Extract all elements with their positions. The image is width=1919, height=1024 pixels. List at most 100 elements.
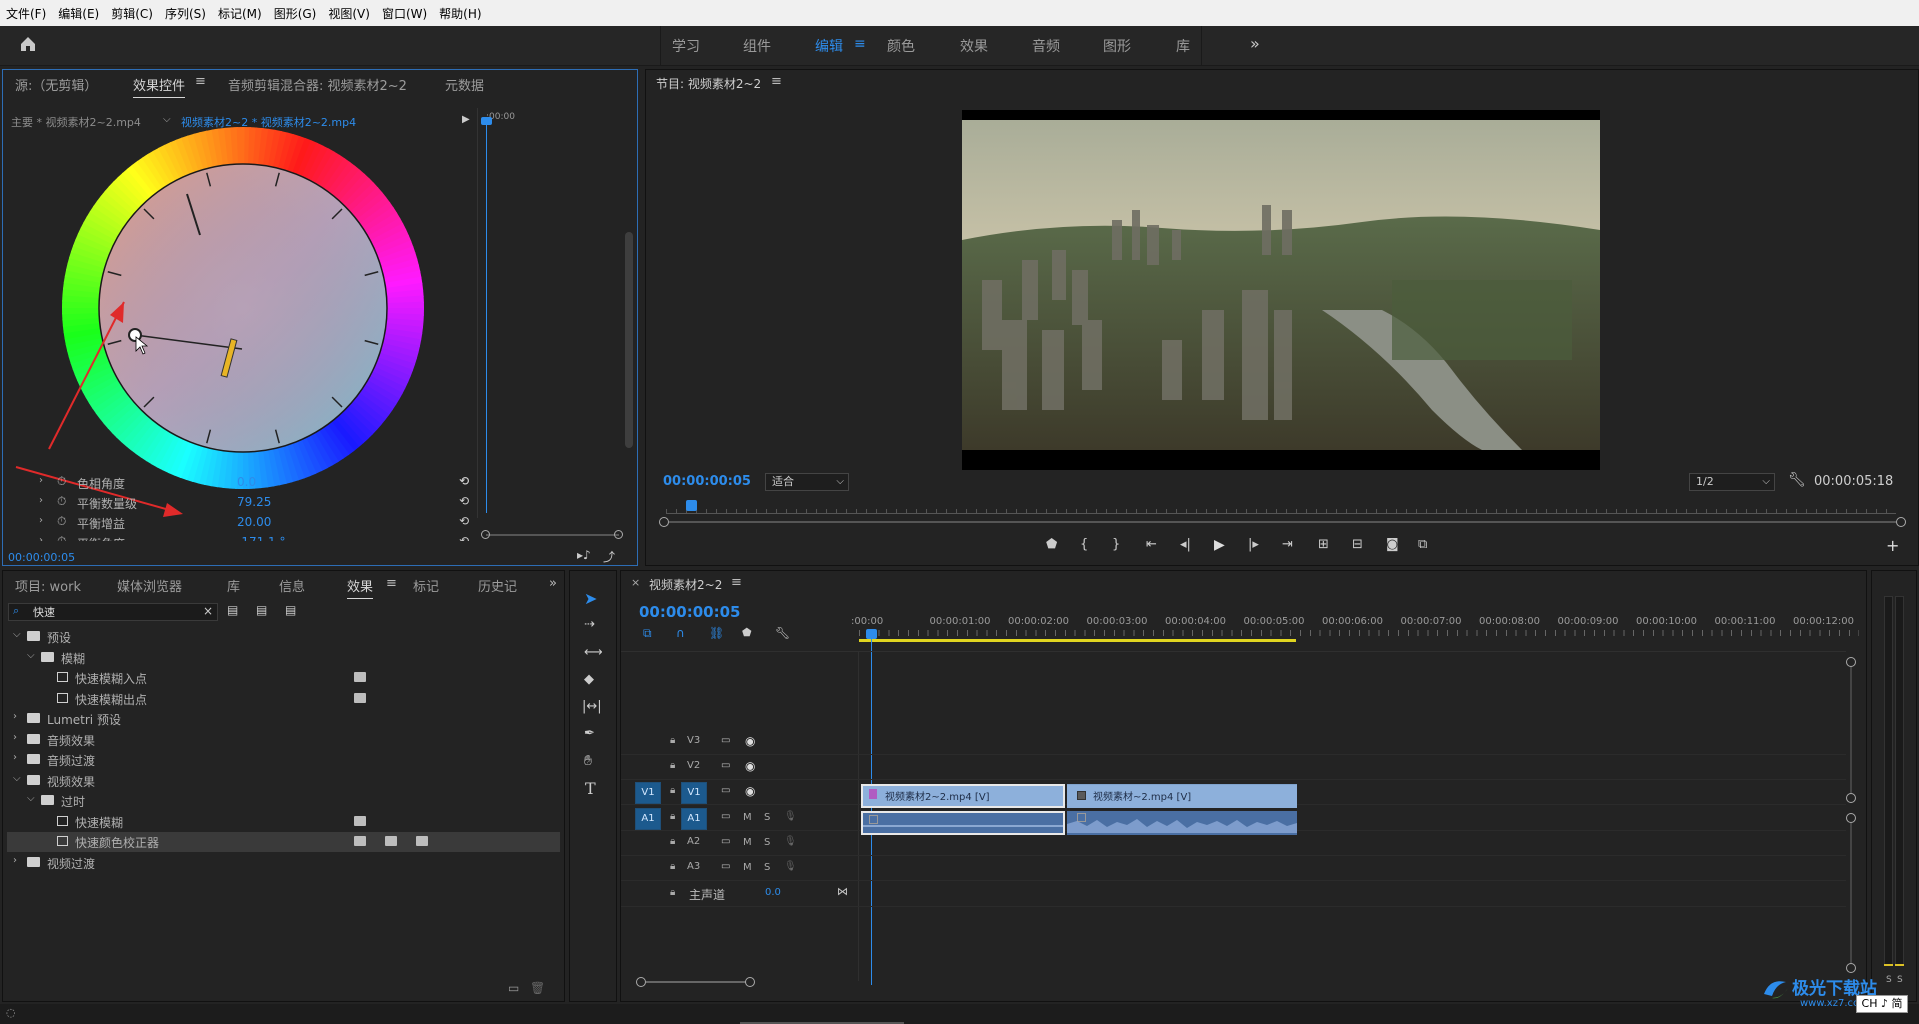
effects-tree-item[interactable]: 快速模糊出点 bbox=[7, 689, 560, 709]
menu-item-6[interactable]: 视图(V) bbox=[322, 5, 376, 22]
add-marker-icon[interactable]: ⬟ bbox=[742, 626, 752, 639]
workspace-tab-1[interactable]: 组件 bbox=[743, 36, 771, 56]
panel-tab-1[interactable]: 媒体浏览器 bbox=[117, 576, 182, 595]
eye-icon[interactable]: ◉ bbox=[745, 784, 755, 798]
property-value[interactable]: 79.25 bbox=[237, 495, 271, 509]
mute-button[interactable]: M bbox=[743, 812, 752, 823]
panel-tab-3[interactable]: 信息 bbox=[279, 576, 305, 595]
effect-property-row[interactable]: › ⏱︎ 色相角度 0.0 ⟲ bbox=[3, 473, 473, 493]
lock-icon[interactable]: 🔒︎ bbox=[670, 735, 675, 746]
effects-menu-icon[interactable]: ≡ bbox=[386, 576, 397, 591]
microphone-icon[interactable]: 🎙︎ bbox=[784, 811, 797, 822]
effects-tree-item[interactable]: 快速模糊 bbox=[7, 812, 560, 832]
lock-icon[interactable]: 🔒︎ bbox=[670, 887, 675, 898]
timeline-settings-icon[interactable]: 🔧︎ bbox=[775, 626, 790, 640]
effects-tree-item[interactable]: › 音频效果 bbox=[7, 730, 560, 750]
program-menu-icon[interactable]: ≡ bbox=[771, 74, 782, 89]
go-to-in-icon[interactable]: ⇤ bbox=[1146, 537, 1157, 552]
effects-tree-item[interactable]: › 视频过渡 bbox=[7, 853, 560, 873]
add-button-icon[interactable]: + bbox=[1886, 536, 1899, 555]
vertical-scroll-mid-handle[interactable] bbox=[1846, 813, 1856, 823]
pen-tool-icon[interactable]: ✒ bbox=[584, 726, 595, 741]
clip-video-2[interactable]: 视频素材~2.mp4 [V] bbox=[1067, 784, 1297, 808]
sync-lock-icon[interactable]: ▭ bbox=[721, 785, 730, 796]
new-bin-icon[interactable]: ▭ bbox=[508, 981, 519, 995]
more-panels-icon[interactable]: » bbox=[549, 576, 557, 591]
expand-arrow-icon[interactable]: › bbox=[39, 495, 43, 506]
sync-lock-icon[interactable]: ▭ bbox=[721, 836, 730, 847]
menu-item-1[interactable]: 编辑(E) bbox=[52, 5, 105, 22]
ime-indicator[interactable]: CH ♪ 简 bbox=[1856, 995, 1908, 1013]
effect-property-row[interactable]: › ⏱︎ 平衡角度 -171.1 ° ⟲ bbox=[3, 533, 473, 541]
track-target[interactable]: A3 bbox=[687, 861, 700, 872]
more-workspaces-icon[interactable]: » bbox=[1250, 34, 1260, 53]
microphone-icon[interactable]: 🎙︎ bbox=[784, 836, 797, 847]
expand-arrow-icon[interactable]: › bbox=[39, 515, 43, 526]
stopwatch-icon[interactable]: ⏱︎ bbox=[57, 494, 66, 509]
menu-item-0[interactable]: 文件(F) bbox=[0, 5, 52, 22]
sequence-menu-icon[interactable]: ≡ bbox=[731, 575, 742, 590]
master-value[interactable]: 0.0 bbox=[765, 887, 781, 898]
lock-icon[interactable]: 🔒︎ bbox=[670, 785, 675, 796]
program-timecode[interactable]: 00:00:00:05 bbox=[663, 474, 751, 489]
track-target[interactable]: V1 bbox=[681, 782, 707, 804]
add-marker-icon[interactable]: ⬟ bbox=[1046, 537, 1057, 552]
play-icon[interactable]: ▶ bbox=[1214, 537, 1225, 553]
panel-tab-0[interactable]: 项目: work bbox=[15, 576, 81, 595]
mute-button[interactable]: M bbox=[743, 837, 752, 848]
microphone-icon[interactable]: 🎙︎ bbox=[784, 861, 797, 872]
effects-tree-item[interactable]: › 音频过渡 bbox=[7, 750, 560, 770]
solo-button[interactable]: S bbox=[764, 812, 770, 823]
clip-audio-2[interactable] bbox=[1067, 811, 1297, 835]
effect-property-row[interactable]: › ⏱︎ 平衡数量级 79.25 ⟲ bbox=[3, 493, 473, 513]
reset-icon[interactable]: ⟲ bbox=[459, 534, 469, 541]
property-value[interactable]: 20.00 bbox=[237, 515, 271, 529]
menu-item-2[interactable]: 剪辑(C) bbox=[105, 5, 159, 22]
accelerated-effects-icon[interactable]: ▤ bbox=[227, 603, 238, 617]
panel-tab-5[interactable]: 标记 bbox=[413, 576, 439, 595]
property-value[interactable]: 0.0 bbox=[237, 475, 256, 489]
sync-lock-icon[interactable]: ▭ bbox=[721, 861, 730, 872]
reset-icon[interactable]: ⟲ bbox=[459, 494, 469, 508]
panel-tab-4[interactable]: 效果 bbox=[347, 576, 374, 599]
goto-end-icon[interactable]: ⋈ bbox=[837, 885, 848, 898]
mark-in-icon[interactable]: { bbox=[1080, 537, 1088, 552]
menu-item-8[interactable]: 帮助(H) bbox=[433, 5, 487, 22]
horizontal-zoom-bar[interactable] bbox=[646, 981, 746, 983]
effects-tree-item[interactable]: ⌵ 模糊 bbox=[7, 648, 560, 668]
timeline-timecode[interactable]: 00:00:00:05 bbox=[639, 603, 741, 621]
chevron-right-icon[interactable]: › bbox=[13, 855, 17, 866]
work-area-bar[interactable] bbox=[859, 639, 1296, 642]
delete-icon[interactable]: 🗑︎ bbox=[530, 981, 545, 995]
lock-icon[interactable]: 🔒︎ bbox=[670, 760, 675, 771]
hand-tool-icon[interactable]: ✋︎ bbox=[584, 753, 592, 769]
effects-tree-item[interactable]: 快速模糊入点 bbox=[7, 668, 560, 688]
clip-video-1[interactable]: 视频素材2~2.mp4 [V] bbox=[861, 784, 1065, 808]
scrub-start-handle[interactable] bbox=[659, 517, 669, 527]
workspace-tab-2[interactable]: 编辑 bbox=[815, 36, 843, 56]
extract-icon[interactable]: ⊟ bbox=[1352, 537, 1363, 552]
nest-toggle-icon[interactable]: ⧉ bbox=[643, 626, 652, 641]
snap-icon[interactable]: ∩ bbox=[676, 626, 685, 640]
horizontal-zoom-right-handle[interactable] bbox=[745, 977, 755, 987]
lift-icon[interactable]: ⊞ bbox=[1318, 537, 1329, 552]
mute-button[interactable]: M bbox=[743, 862, 752, 873]
effects-search-input[interactable] bbox=[33, 604, 193, 620]
razor-tool-icon[interactable]: ◆ bbox=[584, 672, 594, 687]
wrench-icon[interactable]: 🔧︎ bbox=[1788, 472, 1806, 488]
solo-button[interactable]: S bbox=[764, 837, 770, 848]
track-target[interactable]: V3 bbox=[687, 735, 700, 746]
stopwatch-icon[interactable]: ⏱︎ bbox=[57, 514, 66, 529]
eye-icon[interactable]: ◉ bbox=[745, 734, 755, 748]
chevron-down-icon[interactable]: ⌵ bbox=[27, 650, 35, 661]
32bit-effects-icon[interactable]: ▤ bbox=[256, 603, 267, 617]
stopwatch-icon[interactable]: ⏱︎ bbox=[57, 534, 66, 541]
expand-arrow-icon[interactable]: › bbox=[39, 475, 43, 486]
expand-arrow-icon[interactable]: › bbox=[39, 535, 43, 541]
lock-icon[interactable]: 🔒︎ bbox=[670, 836, 675, 847]
linked-selection-icon[interactable]: ⛓︎ bbox=[709, 626, 724, 640]
close-sequence-icon[interactable]: × bbox=[631, 576, 640, 589]
filter-icon[interactable]: ▸♪ bbox=[577, 548, 591, 562]
menu-item-5[interactable]: 图形(G) bbox=[268, 5, 323, 22]
clip-audio-1[interactable] bbox=[861, 811, 1065, 835]
